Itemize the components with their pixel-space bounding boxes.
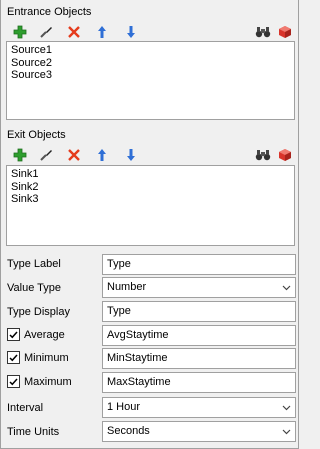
move-up-button[interactable]	[93, 23, 111, 41]
type-display-label: Type Display	[7, 306, 70, 318]
maximum-checkbox[interactable]	[7, 375, 20, 388]
type-display-field[interactable]: Type	[102, 301, 296, 322]
add-icon	[13, 25, 27, 39]
checkmark-icon	[9, 354, 18, 361]
checkmark-icon	[9, 331, 18, 338]
average-checkbox-row[interactable]: Average	[7, 328, 65, 341]
add-button[interactable]	[11, 23, 29, 41]
eyedropper-button[interactable]	[37, 146, 55, 164]
exit-objects-title: Exit Objects	[7, 129, 66, 141]
move-up-icon	[98, 26, 106, 38]
time-units-select[interactable]: Seconds	[102, 421, 296, 442]
delete-button[interactable]	[65, 146, 83, 164]
exit-objects-list[interactable]: Sink1 Sink2 Sink3	[6, 165, 295, 246]
interval-select[interactable]: 1 Hour	[102, 397, 296, 418]
select-object-icon	[279, 26, 291, 38]
delete-icon	[68, 149, 80, 161]
binoculars-icon	[255, 27, 271, 38]
binoculars-icon	[255, 150, 271, 161]
maximum-checkbox-row[interactable]: Maximum	[7, 375, 72, 388]
list-item[interactable]: Sink1	[11, 168, 290, 181]
value-type-label: Value Type	[7, 282, 62, 294]
interval-value: 1 Hour	[107, 401, 141, 413]
value-type-select[interactable]: Number	[102, 277, 296, 298]
time-units-value: Seconds	[107, 425, 150, 437]
move-down-icon	[127, 149, 135, 161]
eyedropper-button[interactable]	[37, 23, 55, 41]
list-item[interactable]: Sink2	[11, 181, 290, 194]
type-label-label: Type Label	[7, 258, 61, 270]
entrance-toolbar	[7, 23, 295, 43]
list-item[interactable]: Sink3	[11, 193, 290, 206]
select-object-icon	[279, 149, 291, 161]
list-item[interactable]: Source2	[11, 57, 290, 70]
eyedropper-icon	[40, 150, 52, 161]
properties-panel: Entrance Objects Source1 Source2 Source3…	[0, 0, 299, 449]
move-up-button[interactable]	[93, 146, 111, 164]
select-object-button[interactable]	[276, 23, 294, 41]
minimum-label: Minimum	[24, 351, 69, 364]
entrance-objects-title: Entrance Objects	[7, 6, 92, 18]
average-label: Average	[24, 328, 65, 341]
minimum-checkbox-row[interactable]: Minimum	[7, 351, 69, 364]
list-item[interactable]: Source1	[11, 44, 290, 57]
average-checkbox[interactable]	[7, 328, 20, 341]
chevron-down-icon	[282, 422, 291, 441]
select-object-button[interactable]	[276, 146, 294, 164]
chevron-down-icon	[282, 398, 291, 417]
value-type-value: Number	[107, 281, 147, 293]
eyedropper-icon	[40, 27, 52, 38]
chevron-down-icon	[282, 278, 291, 297]
minimum-field[interactable]: MinStaytime	[102, 348, 296, 369]
list-item[interactable]: Source3	[11, 69, 290, 82]
delete-icon	[68, 26, 80, 38]
move-down-icon	[127, 26, 135, 38]
interval-label: Interval	[7, 402, 44, 414]
move-down-button[interactable]	[122, 146, 140, 164]
find-button[interactable]	[254, 146, 272, 164]
average-field[interactable]: AvgStaytime	[102, 325, 296, 346]
maximum-label: Maximum	[24, 375, 72, 388]
entrance-objects-list[interactable]: Source1 Source2 Source3	[6, 41, 295, 120]
add-icon	[13, 148, 27, 162]
time-units-label: Time Units	[7, 426, 60, 438]
minimum-checkbox[interactable]	[7, 351, 20, 364]
checkmark-icon	[9, 378, 18, 385]
find-button[interactable]	[254, 23, 272, 41]
delete-button[interactable]	[65, 23, 83, 41]
move-up-icon	[98, 149, 106, 161]
exit-toolbar	[7, 146, 295, 166]
move-down-button[interactable]	[122, 23, 140, 41]
add-button[interactable]	[11, 146, 29, 164]
maximum-field[interactable]: MaxStaytime	[102, 372, 296, 393]
type-label-field[interactable]: Type	[102, 254, 296, 275]
